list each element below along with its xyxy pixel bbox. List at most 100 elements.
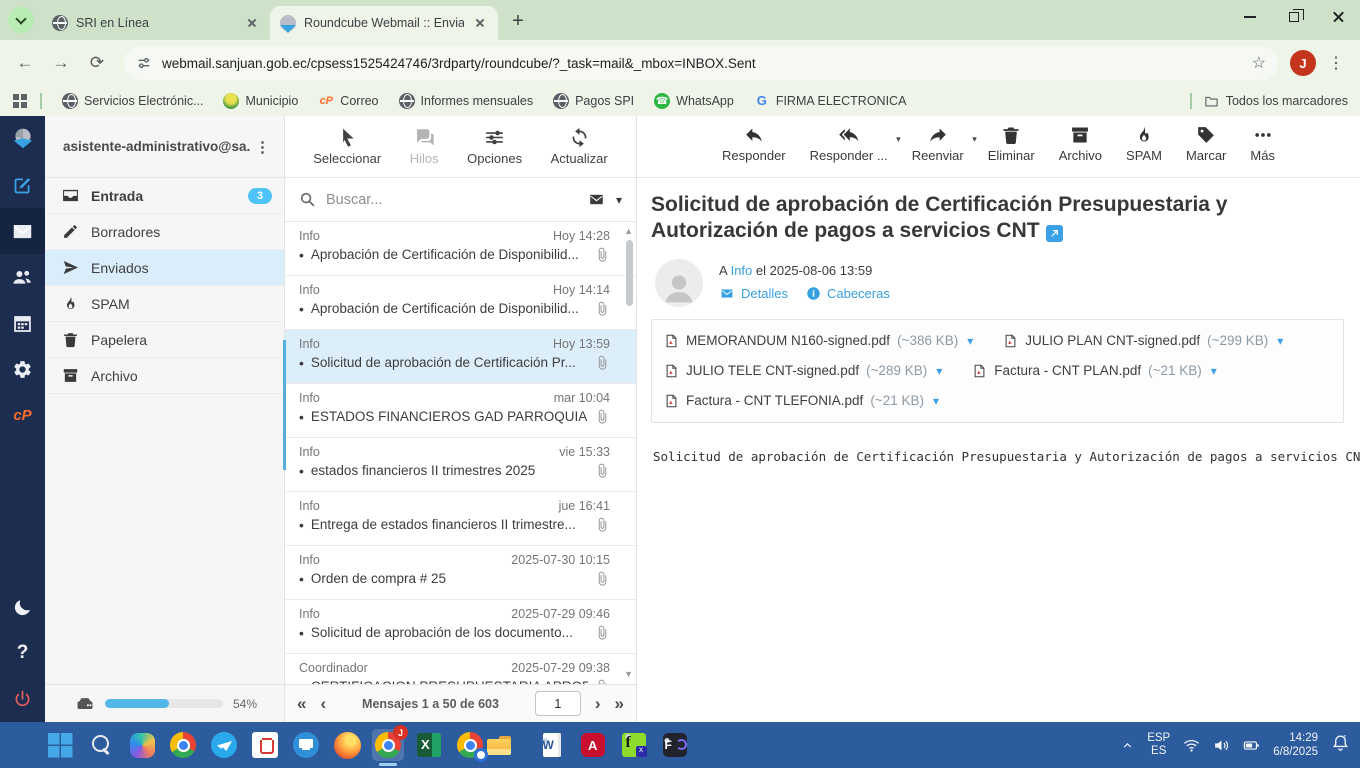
attachment-name[interactable]: JULIO PLAN CNT-signed.pdf [1025, 333, 1200, 348]
taskbar-app-icon[interactable] [331, 729, 363, 761]
dark-mode-button[interactable] [0, 584, 45, 630]
browser-tab[interactable]: SRI en Línea [42, 6, 270, 40]
attachment-item[interactable]: Factura - CNT TLEFONIA.pdf (~21 KB) ▾ [664, 387, 939, 415]
reader-toolbar-button[interactable]: Marcar [1184, 125, 1228, 163]
reader-toolbar-button[interactable]: Responder [720, 125, 788, 163]
list-toolbar-button[interactable]: Hilos [410, 127, 439, 166]
profile-avatar[interactable]: J [1290, 50, 1316, 76]
clock[interactable]: 14:29 6/8/2025 [1273, 731, 1318, 759]
close-icon[interactable] [472, 15, 488, 31]
attachment-name[interactable]: Factura - CNT TLEFONIA.pdf [686, 393, 863, 408]
forward-button[interactable]: → [46, 48, 76, 78]
bookmark-item[interactable]: WhatsApp [646, 90, 742, 112]
scroll-down-arrow[interactable]: ▼ [624, 669, 633, 679]
folder-item[interactable]: Borradores [45, 214, 284, 250]
attachment-name[interactable]: MEMORANDUM N160-signed.pdf [686, 333, 890, 348]
bookmark-star-icon[interactable]: ☆ [1252, 53, 1266, 73]
attachment-name[interactable]: Factura - CNT PLAN.pdf [994, 363, 1141, 378]
headers-toggle[interactable]: Cabeceras [806, 286, 890, 301]
prev-page-button[interactable]: ‹ [320, 695, 326, 712]
attachment-item[interactable]: JULIO PLAN CNT-signed.pdf (~299 KB) ▾ [1003, 327, 1283, 355]
chevron-down-icon[interactable]: ▾ [896, 134, 901, 145]
list-item[interactable]: Info 2025-07-30 10:15 • Orden de compra … [285, 546, 636, 600]
attachment-item[interactable]: Factura - CNT PLAN.pdf (~21 KB) ▾ [972, 357, 1217, 385]
volume-icon[interactable] [1213, 737, 1230, 754]
taskbar-app-icon[interactable] [126, 729, 158, 761]
taskbar-app-icon[interactable] [618, 729, 650, 761]
taskbar-app-icon[interactable] [208, 729, 240, 761]
calendar-nav-button[interactable] [0, 300, 45, 346]
recipient-link[interactable]: Info [731, 263, 753, 278]
url-text[interactable]: webmail.sanjuan.gob.ec/cpsess1525424746/… [162, 56, 1242, 71]
list-item[interactable]: Info Hoy 14:14 • Aprobación de Certifica… [285, 276, 636, 330]
list-toolbar-button[interactable]: Opciones [467, 127, 522, 166]
list-item[interactable]: Info jue 16:41 • Entrega de estados fina… [285, 492, 636, 546]
site-settings-icon[interactable] [136, 55, 152, 71]
reload-button[interactable]: ⟳ [82, 48, 112, 78]
folder-item[interactable]: SPAM [45, 286, 284, 322]
bookmark-item[interactable]: FIRMA ELECTRONICA [746, 90, 915, 112]
scroll-up-arrow[interactable]: ▲ [624, 226, 633, 236]
attachment-item[interactable]: MEMORANDUM N160-signed.pdf (~386 KB) ▾ [664, 327, 973, 355]
taskbar-app-icon[interactable] [85, 729, 117, 761]
scrollbar-thumb[interactable] [626, 240, 633, 306]
account-menu-button[interactable]: ⋮ [251, 138, 274, 156]
list-item[interactable]: Coordinador 2025-07-29 09:38 • CERTIFICA… [285, 654, 636, 684]
folder-item[interactable]: Entrada 3 [45, 178, 284, 214]
restore-button[interactable] [1272, 0, 1316, 34]
bookmark-item[interactable]: Pagos SPI [545, 90, 642, 112]
reader-toolbar-button[interactable]: SPAM [1124, 125, 1164, 163]
bookmark-item[interactable]: Informes mensuales [391, 90, 542, 112]
apps-grid-icon[interactable] [12, 93, 28, 109]
last-page-button[interactable]: » [615, 695, 624, 712]
chevron-down-icon[interactable]: ▾ [616, 193, 622, 207]
taskbar-app-icon[interactable] [536, 729, 568, 761]
column-splitter[interactable] [283, 340, 286, 470]
bookmark-item[interactable]: Municipio [215, 90, 306, 112]
taskbar-app-icon[interactable] [249, 729, 281, 761]
list-item[interactable]: Info 2025-07-29 09:46 • Solicitud de apr… [285, 600, 636, 654]
list-toolbar-button[interactable]: Actualizar [551, 127, 608, 166]
compose-button[interactable] [0, 162, 45, 208]
next-page-button[interactable]: › [595, 695, 601, 712]
wifi-icon[interactable] [1183, 737, 1200, 754]
cpanel-button[interactable]: cP [0, 392, 45, 438]
bookmark-item[interactable]: Servicios Electrónic... [54, 90, 211, 112]
reader-toolbar-button[interactable]: Archivo [1057, 125, 1104, 163]
browser-tab[interactable]: Roundcube Webmail :: Enviados [270, 6, 498, 40]
reader-toolbar-button[interactable]: Eliminar [986, 125, 1037, 163]
attachment-menu-icon[interactable]: ▾ [967, 334, 973, 348]
logout-button[interactable] [0, 676, 45, 722]
list-item[interactable]: Info Hoy 14:28 • Aprobación de Certifica… [285, 222, 636, 276]
search-input[interactable] [326, 191, 577, 208]
chevron-down-icon[interactable]: ▾ [972, 134, 977, 145]
open-in-new-window-icon[interactable] [1045, 225, 1063, 243]
tab-search-button[interactable] [8, 7, 34, 33]
list-toolbar-button[interactable]: Seleccionar [313, 127, 381, 166]
taskbar-app-icon[interactable] [167, 729, 199, 761]
minimize-button[interactable] [1228, 0, 1272, 34]
folder-item[interactable]: Papelera [45, 322, 284, 358]
folder-item[interactable]: Enviados [45, 250, 284, 286]
search-scope-icon[interactable] [587, 192, 606, 207]
taskbar-app-icon[interactable] [577, 729, 609, 761]
list-item[interactable]: Info mar 10:04 • ESTADOS FINANCIEROS GAD… [285, 384, 636, 438]
reader-toolbar-button[interactable]: Más [1248, 125, 1277, 163]
details-toggle[interactable]: Detalles [719, 286, 788, 301]
tray-expand-icon[interactable] [1121, 739, 1134, 752]
attachment-menu-icon[interactable]: ▾ [936, 364, 942, 378]
close-icon[interactable] [244, 15, 260, 31]
attachment-item[interactable]: JULIO TELE CNT-signed.pdf (~289 KB) ▾ [664, 357, 942, 385]
taskbar-app-icon[interactable] [44, 729, 76, 761]
all-bookmarks-button[interactable]: Todos los marcadores [1204, 94, 1348, 109]
list-item[interactable]: Info vie 15:33 • estados financieros II … [285, 438, 636, 492]
battery-icon[interactable] [1243, 737, 1260, 754]
mail-nav-button[interactable] [0, 208, 45, 254]
address-bar[interactable]: webmail.sanjuan.gob.ec/cpsess1525424746/… [124, 46, 1278, 80]
reader-toolbar-button[interactable]: ▾ Reenviar [910, 125, 977, 163]
attachment-menu-icon[interactable]: ▾ [1211, 364, 1217, 378]
list-item[interactable]: Info Hoy 13:59 • Solicitud de aprobación… [285, 330, 636, 384]
notifications-button[interactable]: z [1331, 733, 1350, 757]
back-button[interactable]: ← [10, 48, 40, 78]
first-page-button[interactable]: « [297, 695, 306, 712]
